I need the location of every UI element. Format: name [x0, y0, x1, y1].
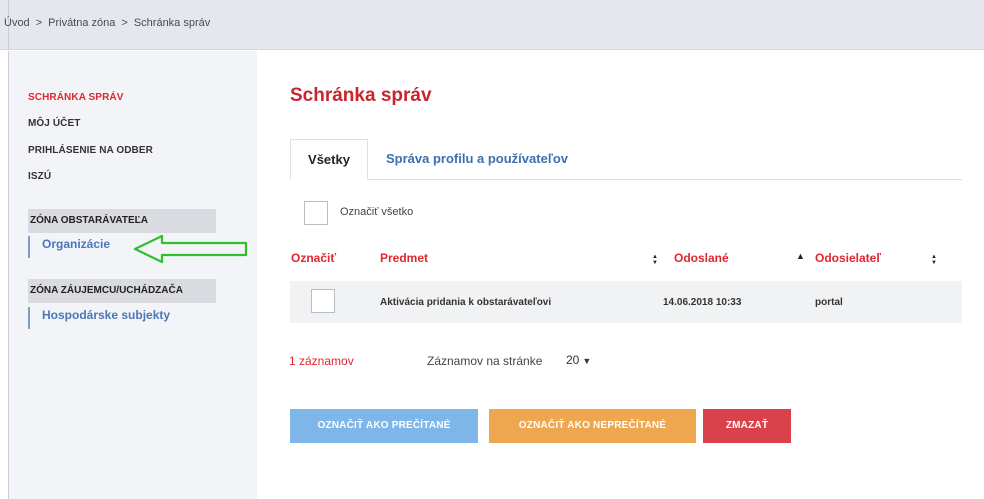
sidebar-item-organizations[interactable]: Organizácie — [28, 236, 110, 258]
sidebar-item-my-account[interactable]: MÔJ ÚČET — [28, 118, 80, 129]
sidebar-group-applicant: ZÓNA ZÁUJEMCU/UCHÁDZAČA — [28, 279, 216, 303]
select-all-label: Označiť všetko — [340, 206, 414, 218]
sort-icon[interactable]: ▲ ▼ — [652, 254, 658, 266]
breadcrumb-separator: > — [35, 17, 43, 29]
sidebar-item-subscription[interactable]: PRIHLÁSENIE NA ODBER — [28, 145, 153, 156]
select-all-checkbox[interactable] — [304, 201, 328, 225]
tab-profile-management[interactable]: Správa profilu a používateľov — [386, 139, 568, 180]
row-sender: portal — [815, 297, 843, 308]
sort-icon[interactable]: ▲ ▼ — [931, 254, 937, 266]
breadcrumb: Úvod > Privátna zóna > Schránka správ — [4, 17, 210, 29]
mark-unread-button[interactable]: OZNAČIŤ AKO NEPREČÍTANÉ — [489, 409, 696, 443]
row-checkbox[interactable] — [311, 289, 335, 313]
column-header-sent[interactable]: Odoslané — [674, 251, 729, 265]
breadcrumb-private-zone[interactable]: Privátna zóna — [48, 17, 115, 29]
per-page-select[interactable]: 20 ▼ — [566, 353, 591, 367]
breadcrumb-separator: > — [121, 17, 128, 29]
column-header-sender[interactable]: Odosielateľ — [815, 251, 881, 265]
chevron-down-icon: ▼ — [582, 356, 592, 366]
column-header-subject[interactable]: Predmet — [380, 251, 428, 265]
per-page-label: Záznamov na stránke — [427, 354, 543, 368]
sort-ascending-icon[interactable]: ▲ — [796, 251, 805, 261]
column-header-mark: Označiť — [291, 251, 337, 265]
sidebar-item-message-box[interactable]: SCHRÁNKA SPRÁV — [28, 92, 123, 103]
tab-bar: Všetky Správa profilu a používateľov — [290, 139, 962, 180]
mark-read-button[interactable]: OZNAČIŤ AKO PREČÍTANÉ — [290, 409, 478, 443]
sidebar-group-contracting-authority: ZÓNA OBSTARÁVATEĽA — [28, 209, 216, 233]
delete-button[interactable]: ZMAZAŤ — [703, 409, 791, 443]
page-title: Schránka správ — [290, 85, 432, 106]
sidebar-item-iszu[interactable]: ISZÚ — [28, 171, 51, 182]
row-subject[interactable]: Aktivácia pridania k obstarávateľovi — [380, 297, 551, 308]
tab-all[interactable]: Všetky — [290, 139, 368, 180]
records-count: 1 záznamov — [289, 354, 354, 368]
breadcrumb-home[interactable]: Úvod — [4, 17, 30, 29]
row-sent-date: 14.06.2018 10:33 — [663, 297, 742, 308]
sidebar-item-business-entities[interactable]: Hospodárske subjekty — [28, 307, 170, 329]
breadcrumb-message-box[interactable]: Schránka správ — [134, 17, 210, 29]
per-page-value: 20 — [566, 353, 580, 367]
green-arrow-annotation — [133, 234, 248, 264]
breadcrumb-bar: Úvod > Privátna zóna > Schránka správ — [0, 0, 984, 50]
